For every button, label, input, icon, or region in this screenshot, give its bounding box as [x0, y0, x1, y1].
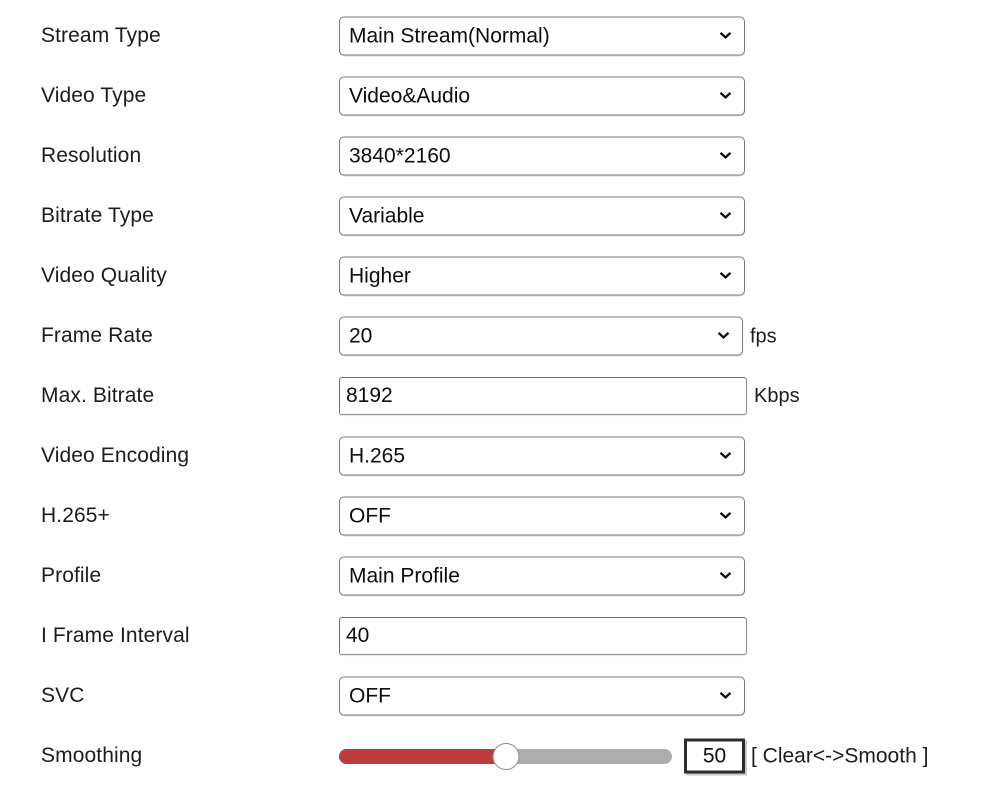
control-stream_type: Main Stream(Normal) [339, 17, 745, 56]
select-value-video_type: Video&Audio [349, 84, 470, 108]
row-svc: SVC OFF [0, 666, 1008, 726]
select-svc[interactable]: OFF [339, 677, 745, 716]
control-video_encoding: H.265 [339, 437, 745, 476]
row-video_type: Video Type Video&Audio [0, 66, 1008, 126]
select-resolution[interactable]: 3840*2160 [339, 137, 745, 176]
label-max_bitrate: Max. Bitrate [41, 384, 154, 408]
input-value-i_frame_interval: 40 [346, 624, 369, 648]
chevron-down-icon [715, 328, 732, 345]
chevron-down-icon [717, 688, 734, 705]
slider-value-input[interactable]: 50 [684, 739, 745, 774]
unit-frame_rate: fps [750, 324, 777, 348]
slider-smoothing[interactable] [339, 745, 672, 767]
control-bitrate_type: Variable [339, 197, 745, 236]
label-frame_rate: Frame Rate [41, 324, 153, 348]
row-stream_type: Stream Type Main Stream(Normal) [0, 6, 1008, 66]
row-i_frame_interval: I Frame Interval 40 [0, 606, 1008, 666]
input-i_frame_interval[interactable]: 40 [339, 617, 747, 655]
label-svc: SVC [41, 684, 84, 708]
video-settings-form: Stream Type Main Stream(Normal) Video Type… [0, 0, 1008, 808]
label-video_quality: Video Quality [41, 264, 167, 288]
label-profile: Profile [41, 564, 101, 588]
row-video_encoding: Video Encoding H.265 [0, 426, 1008, 486]
chevron-down-icon [717, 208, 734, 225]
select-video_type[interactable]: Video&Audio [339, 77, 745, 116]
control-smoothing: 50 [ Clear<->Smooth ] [339, 739, 928, 774]
slider-hint-label: [ Clear<->Smooth ] [751, 744, 928, 768]
select-profile[interactable]: Main Profile [339, 557, 745, 596]
control-profile: Main Profile [339, 557, 745, 596]
select-value-bitrate_type: Variable [349, 204, 425, 228]
label-resolution: Resolution [41, 144, 141, 168]
select-value-h265_plus: OFF [349, 504, 391, 528]
chevron-down-icon [717, 28, 734, 45]
chevron-down-icon [717, 88, 734, 105]
slider-fill [339, 749, 506, 764]
select-h265_plus[interactable]: OFF [339, 497, 745, 536]
select-value-frame_rate: 20 [349, 324, 372, 348]
control-max_bitrate: 8192 Kbps [339, 377, 800, 415]
select-value-resolution: 3840*2160 [349, 144, 451, 168]
control-h265_plus: OFF [339, 497, 745, 536]
slider-thumb[interactable] [492, 743, 519, 770]
label-video_encoding: Video Encoding [41, 444, 189, 468]
row-h265_plus: H.265+ OFF [0, 486, 1008, 546]
input-max_bitrate[interactable]: 8192 [339, 377, 747, 415]
label-smoothing: Smoothing [41, 744, 142, 768]
chevron-down-icon [717, 448, 734, 465]
label-i_frame_interval: I Frame Interval [41, 624, 190, 648]
control-i_frame_interval: 40 [339, 617, 747, 655]
input-value-max_bitrate: 8192 [346, 384, 393, 408]
control-frame_rate: 20 fps [339, 317, 777, 356]
slider-value-text: 50 [703, 744, 726, 768]
select-video_quality[interactable]: Higher [339, 257, 745, 296]
select-bitrate_type[interactable]: Variable [339, 197, 745, 236]
unit-max_bitrate: Kbps [754, 384, 800, 408]
label-h265_plus: H.265+ [41, 504, 110, 528]
label-bitrate_type: Bitrate Type [41, 204, 154, 228]
row-max_bitrate: Max. Bitrate 8192 Kbps [0, 366, 1008, 426]
select-frame_rate[interactable]: 20 [339, 317, 743, 356]
row-smoothing: Smoothing 50 [ Clear<->Smooth ] [0, 726, 1008, 786]
label-stream_type: Stream Type [41, 24, 161, 48]
row-bitrate_type: Bitrate Type Variable [0, 186, 1008, 246]
chevron-down-icon [717, 148, 734, 165]
row-frame_rate: Frame Rate 20 fps [0, 306, 1008, 366]
chevron-down-icon [717, 508, 734, 525]
control-resolution: 3840*2160 [339, 137, 745, 176]
row-profile: Profile Main Profile [0, 546, 1008, 606]
select-value-video_quality: Higher [349, 264, 411, 288]
control-video_quality: Higher [339, 257, 745, 296]
select-value-profile: Main Profile [349, 564, 460, 588]
chevron-down-icon [717, 268, 734, 285]
select-video_encoding[interactable]: H.265 [339, 437, 745, 476]
select-stream_type[interactable]: Main Stream(Normal) [339, 17, 745, 56]
control-video_type: Video&Audio [339, 77, 745, 116]
chevron-down-icon [717, 568, 734, 585]
select-value-svc: OFF [349, 684, 391, 708]
row-video_quality: Video Quality Higher [0, 246, 1008, 306]
select-value-video_encoding: H.265 [349, 444, 405, 468]
control-svc: OFF [339, 677, 745, 716]
row-resolution: Resolution 3840*2160 [0, 126, 1008, 186]
label-video_type: Video Type [41, 84, 146, 108]
select-value-stream_type: Main Stream(Normal) [349, 24, 550, 48]
